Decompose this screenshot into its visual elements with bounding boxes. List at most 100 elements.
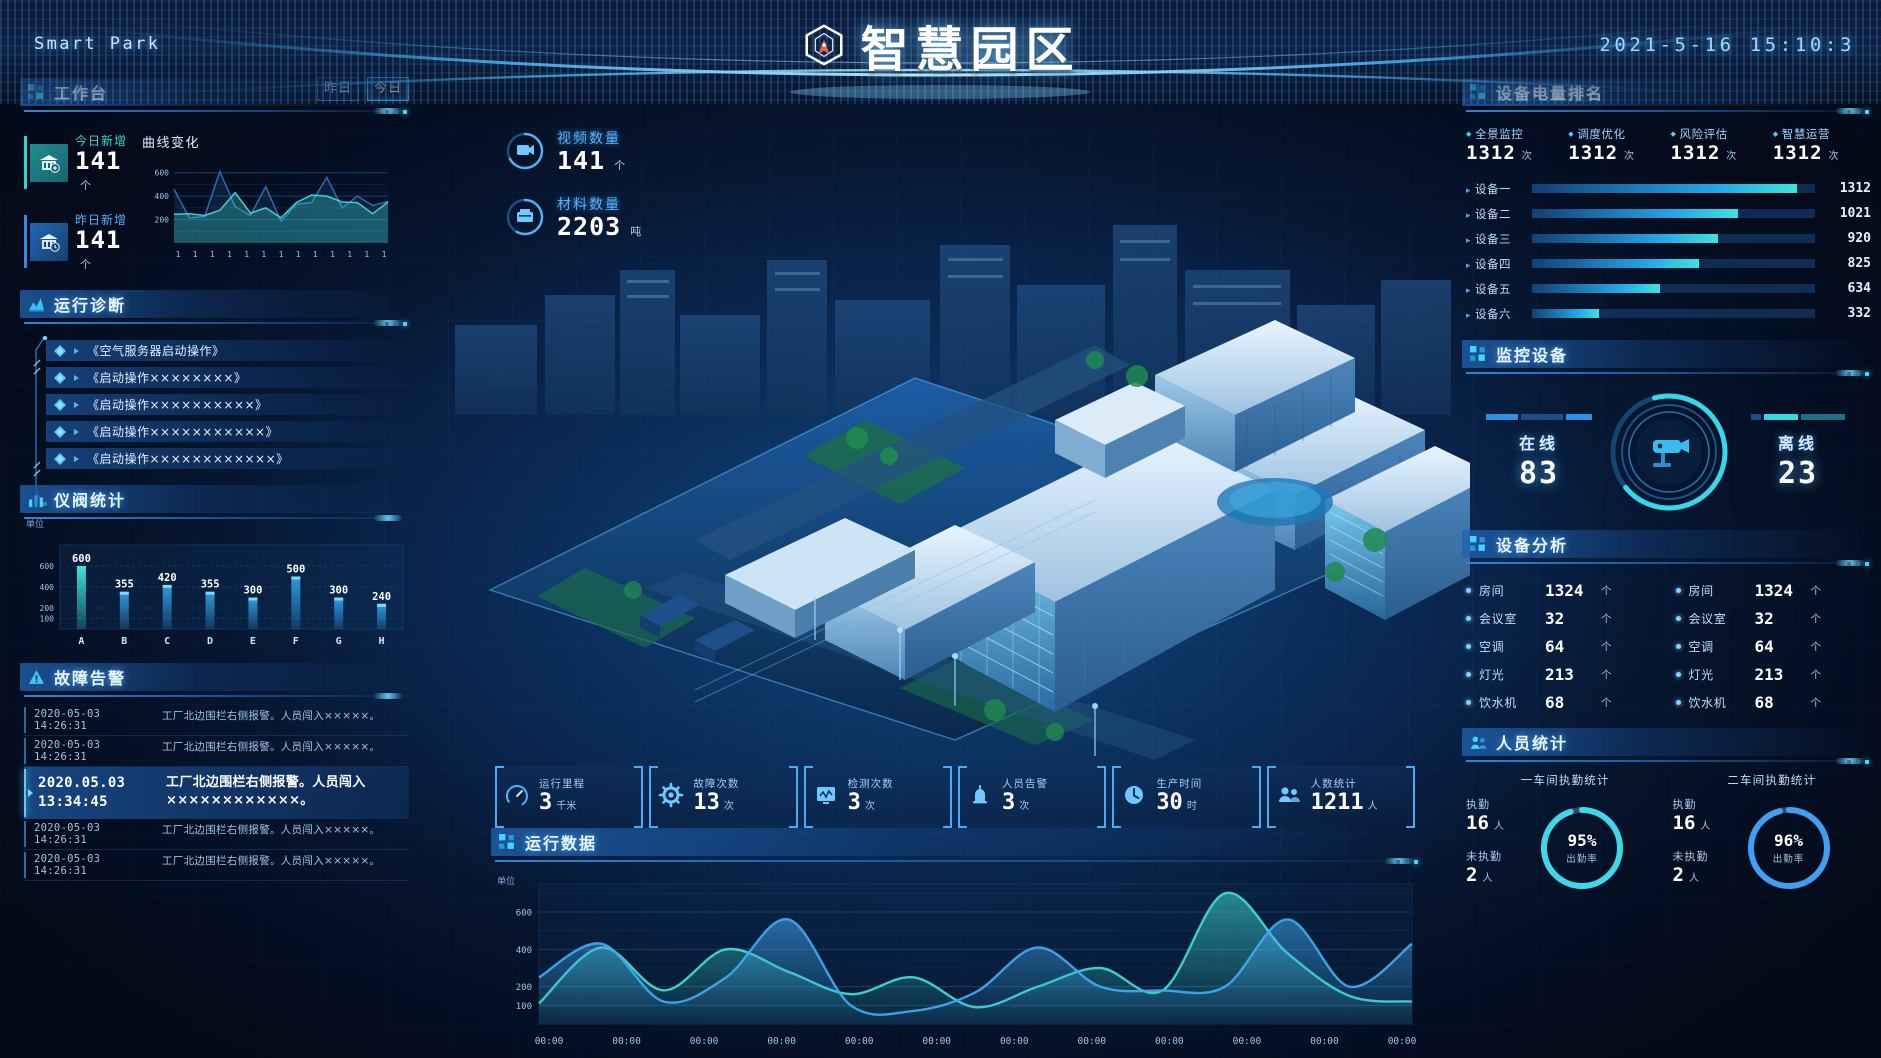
chevron-right-icon: [74, 401, 79, 408]
device-analysis-row[interactable]: 会议室 32 个: [1466, 604, 1662, 632]
device-analysis-row[interactable]: 房间 1324 个: [1466, 576, 1662, 604]
ranking-row[interactable]: 设备六 332: [1466, 301, 1871, 326]
device-analysis-row[interactable]: 会议室 32 个: [1675, 604, 1872, 632]
svg-text:300: 300: [329, 585, 348, 597]
bullet-dot-icon: [1466, 671, 1471, 677]
ranking-row[interactable]: 设备一 1312: [1466, 176, 1871, 201]
diamond-icon: [54, 398, 66, 411]
ranking-row[interactable]: 设备三 920: [1466, 226, 1871, 251]
bullet-dot-icon: [1675, 643, 1681, 649]
kpi-person-alarm[interactable]: 人员告警 3次: [957, 766, 1107, 828]
ranking-row[interactable]: 设备二 1021: [1466, 201, 1871, 226]
diagnostic-item[interactable]: 《空气服务器启动操作》: [46, 340, 409, 362]
kpi-strip: 运行里程 3 千米 故障次数 13 次 检测次数 3 次 人员告警 3 次 生产…: [495, 766, 1416, 828]
kpi-faults-unit: 次: [723, 800, 734, 812]
stat-video-count[interactable]: 视频数量 141 个: [505, 128, 641, 174]
chevron-right-icon: [74, 374, 79, 381]
alarm-row[interactable]: 2020-05-03 14:26:31 工厂北边围栏右侧报警。人员闯入×××××…: [24, 819, 409, 851]
on-duty-unit: 人: [1493, 821, 1504, 832]
device-analysis-row[interactable]: 房间 1324 个: [1675, 576, 1872, 604]
kpi-production-time-value: 30: [1156, 789, 1183, 815]
chevron-right-icon: [74, 428, 79, 435]
ranking-row-fill: [1532, 209, 1739, 218]
runtime-wave-svg: 100 200 400 600 00:00 00:00 00:00 00:00 00:00 00:…: [516, 883, 1417, 1047]
diagnostics-rail-decoration: [33, 336, 48, 507]
ranking-row[interactable]: 设备五 634: [1466, 276, 1871, 301]
device-analysis-header: 设备分析: [1462, 530, 1871, 558]
diagnostic-item-label: 《空气服务器启动操作》: [87, 344, 225, 359]
workshop-2-on-duty: 执勤 16 人: [1673, 796, 1737, 834]
alarm-row[interactable]: 2020-05-03 14:26:31 工厂北边围栏右侧报警。人员闯入×××××…: [24, 736, 409, 768]
ranking-row-value: 920: [1847, 231, 1871, 246]
diagnostic-item-label: 《启动操作××××××××××××》: [87, 452, 289, 467]
card-today-new[interactable]: 今日新增 141个: [24, 132, 132, 193]
bullet-dot-icon: [1675, 699, 1681, 705]
ranking-row-name: 设备六: [1466, 306, 1524, 322]
diagnostics-status-dots: [385, 322, 407, 327]
card-yesterday-unit: 个: [80, 258, 91, 272]
off-duty-value: 2: [1466, 864, 1478, 886]
svg-text:1: 1: [296, 250, 301, 259]
ranking-row-fill: [1532, 284, 1661, 293]
device-analysis-name: 房间: [1688, 583, 1714, 598]
svg-text:1: 1: [193, 250, 198, 259]
device-analysis-left-column: 房间 1324 个会议室 32 个空调 64 个灯光 213 个饮水机 68 个: [1466, 576, 1662, 716]
ranking-row-track: [1532, 184, 1815, 193]
ranking-row[interactable]: 设备四 825: [1466, 251, 1871, 276]
kpi-inspections[interactable]: 检测次数 3次: [803, 766, 953, 828]
svg-text:1: 1: [261, 250, 266, 259]
kpi-mileage[interactable]: 运行里程 3 千米: [495, 766, 644, 828]
off-duty-unit: 人: [1688, 873, 1699, 884]
device-analysis-name: 房间: [1479, 583, 1505, 598]
svg-text:500: 500: [286, 564, 305, 576]
metric-full-monitoring[interactable]: 全景监控 1312 次: [1466, 126, 1564, 164]
kpi-person-alarm-value: 3: [1001, 789, 1016, 815]
alarms-title: 故障告警: [54, 669, 127, 689]
metric-label: 全景监控: [1466, 126, 1564, 142]
kpi-headcount[interactable]: 人数统计 1211 人: [1266, 766, 1416, 828]
diagnostics-panel: 运行诊断 《空气服务器启动操作》 《启动操作××××××××》 《启动操作×××…: [20, 290, 409, 507]
alarm-row[interactable]: 2020-05-03 14:26:31 工厂北边围栏右侧报警。人员闯入×××××…: [24, 705, 409, 737]
card-yesterday-new[interactable]: 昨日新增 141个: [24, 211, 132, 272]
metric-dispatch-optimization[interactable]: 调度优化 1312 次: [1568, 126, 1666, 164]
metric-risk-assessment[interactable]: 风险评估 1312 次: [1671, 126, 1769, 164]
kpi-faults[interactable]: 故障次数 13 次: [649, 766, 798, 828]
runtime-status-dots: [1396, 860, 1418, 864]
svg-text:1: 1: [244, 250, 249, 259]
workbench-cards: 今日新增 141个 昨日新增 141个: [24, 132, 132, 272]
ranking-list: 设备一 1312 设备二 1021 设备三 920 设备四 825 设备五 634 设备六 332: [1466, 176, 1871, 326]
device-analysis-title: 设备分析: [1496, 536, 1569, 555]
kpi-inspections-label: 检测次数: [847, 777, 894, 790]
kpi-production-time[interactable]: 生产时间 30 时: [1112, 766, 1261, 828]
svg-text:400: 400: [155, 192, 170, 201]
device-analysis-row[interactable]: 灯光 213 个: [1466, 660, 1662, 688]
camera-gauge: [1607, 390, 1731, 514]
diagnostic-item[interactable]: 《启动操作×××××××××××》: [46, 421, 409, 443]
chevron-right-icon: [74, 455, 79, 462]
device-analysis-row[interactable]: 灯光 213 个: [1675, 660, 1872, 688]
usage-unit-label: 单位: [26, 520, 45, 531]
on-duty-label: 执勤: [1466, 798, 1490, 811]
ranking-divider: [1466, 108, 1871, 114]
alarms-panel-header: 故障告警: [20, 663, 409, 692]
device-analysis-unit: 个: [1810, 668, 1822, 681]
device-analysis-row[interactable]: 空调 64 个: [1675, 632, 1872, 660]
stat-material-count[interactable]: 材料数量 2203 吨: [505, 194, 641, 240]
kpi-mileage-meta: 运行里程 3 千米: [539, 776, 585, 814]
workshop-2-gauge: 96% 出勤率: [1743, 802, 1835, 894]
device-analysis-row[interactable]: 饮水机 68 个: [1466, 688, 1662, 716]
left-column: 工作台 昨日 今日: [20, 77, 409, 882]
device-analysis-value: 64: [1754, 636, 1774, 656]
diagnostic-item[interactable]: 《启动操作××××××××》: [46, 367, 409, 389]
metric-smart-operations[interactable]: 智慧运营 1312 次: [1773, 126, 1871, 164]
diagnostic-item[interactable]: 《启动操作××××××××××××》: [46, 448, 409, 470]
alarm-row-selected[interactable]: 2020.05.03 13:34:45 工厂北边围栏右侧报警。人员闯入×××××…: [24, 767, 409, 820]
kpi-inspections-value: 3: [847, 789, 861, 815]
device-analysis-row[interactable]: 饮水机 68 个: [1675, 688, 1872, 716]
device-analysis-row[interactable]: 空调 64 个: [1466, 632, 1662, 660]
ranking-row-value: 825: [1847, 256, 1871, 271]
alarm-row[interactable]: 2020-05-03 14:26:31 工厂北边围栏右侧报警。人员闯入×××××…: [24, 850, 409, 882]
kpi-headcount-meta: 人数统计 1211 人: [1311, 776, 1378, 814]
alarm-time: 2020-05-03 14:26:31: [34, 739, 101, 764]
diagnostic-item[interactable]: 《启动操作××××××××××》: [46, 394, 409, 416]
